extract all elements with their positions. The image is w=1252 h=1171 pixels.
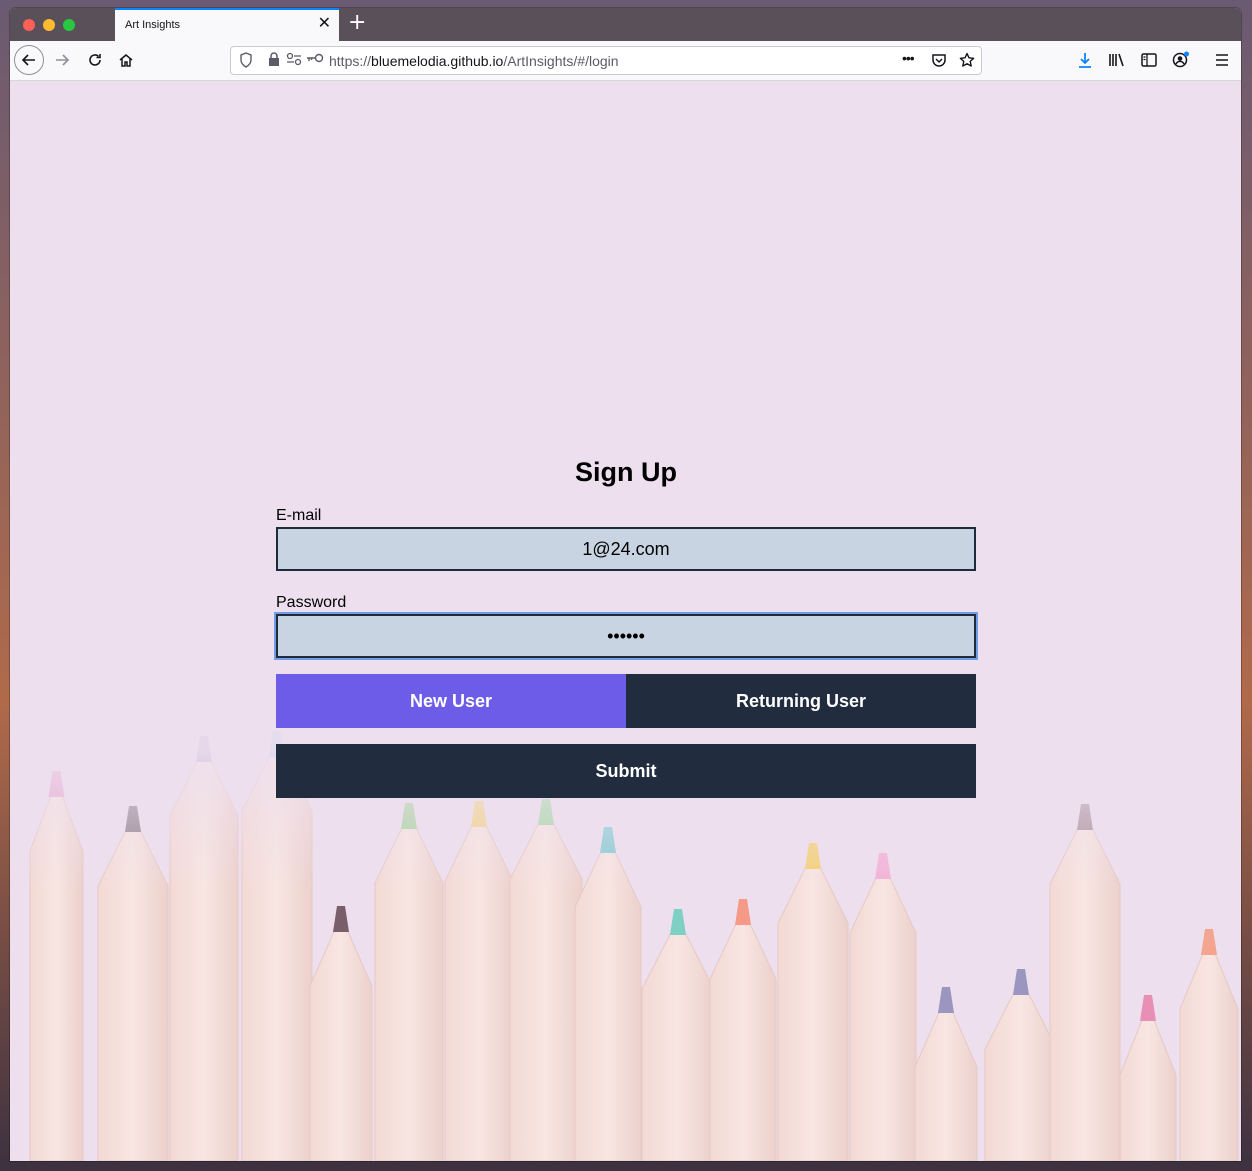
hamburger-menu-icon [1216, 54, 1228, 66]
download-icon [1079, 53, 1091, 68]
page-content: Sign Up E-mail 1@24.com Password •••••• … [10, 81, 1241, 1161]
back-button[interactable] [14, 45, 44, 75]
url-text[interactable]: https://bluemelodia.github.io/ArtInsight… [329, 53, 619, 69]
tab-close-icon[interactable]: ✕ [318, 16, 331, 32]
form-title: Sign Up [575, 457, 677, 487]
reload-icon [89, 54, 101, 66]
library-icon [1109, 53, 1124, 67]
tab-bar: Art Insights ✕ + [10, 8, 1241, 41]
password-label: Password [276, 594, 347, 611]
browser-window: Art Insights ✕ + https://bluemelodia.git… [10, 8, 1241, 1161]
sidebar-button[interactable] [1135, 46, 1163, 74]
url-host: bluemelodia.github.io [371, 53, 504, 69]
page-actions-icon[interactable]: ••• [902, 50, 915, 66]
downloads-button[interactable] [1071, 46, 1099, 74]
new-user-button[interactable]: New User [276, 674, 626, 728]
returning-user-button[interactable]: Returning User [626, 674, 976, 728]
forward-arrow-icon [56, 54, 70, 66]
email-input[interactable]: 1@24.com [276, 527, 976, 571]
account-icon [1172, 51, 1189, 68]
home-icon [119, 54, 133, 67]
forward-button[interactable] [48, 46, 76, 74]
menu-button[interactable] [1208, 46, 1236, 74]
new-tab-button[interactable]: + [348, 11, 366, 35]
window-maximize-button[interactable] [63, 19, 75, 31]
window-minimize-button[interactable] [43, 19, 55, 31]
library-button[interactable] [1103, 46, 1131, 74]
account-button[interactable] [1167, 46, 1195, 74]
reload-button[interactable] [81, 46, 109, 74]
pocket-icon[interactable] [931, 52, 947, 68]
email-label: E-mail [276, 507, 322, 524]
shield-icon[interactable] [239, 52, 253, 68]
permissions-icon[interactable] [286, 52, 302, 66]
bookmark-star-icon[interactable] [959, 52, 975, 68]
tab-title: Art Insights [125, 19, 181, 31]
lock-icon[interactable] [268, 52, 280, 66]
submit-button[interactable]: Submit [276, 744, 976, 798]
address-bar[interactable]: https://bluemelodia.github.io/ArtInsight… [230, 46, 982, 75]
tab-art-insights[interactable]: Art Insights ✕ [115, 8, 339, 41]
password-input[interactable]: •••••• [276, 614, 976, 658]
sidebar-icon [1141, 53, 1157, 67]
url-path: /ArtInsights/#/login [503, 53, 619, 69]
window-close-button[interactable] [23, 19, 35, 31]
url-prefix: https:// [329, 53, 372, 69]
key-icon[interactable] [306, 52, 324, 64]
home-button[interactable] [112, 46, 140, 74]
back-arrow-icon [21, 54, 35, 66]
navigation-toolbar: https://bluemelodia.github.io/ArtInsight… [10, 41, 1241, 81]
